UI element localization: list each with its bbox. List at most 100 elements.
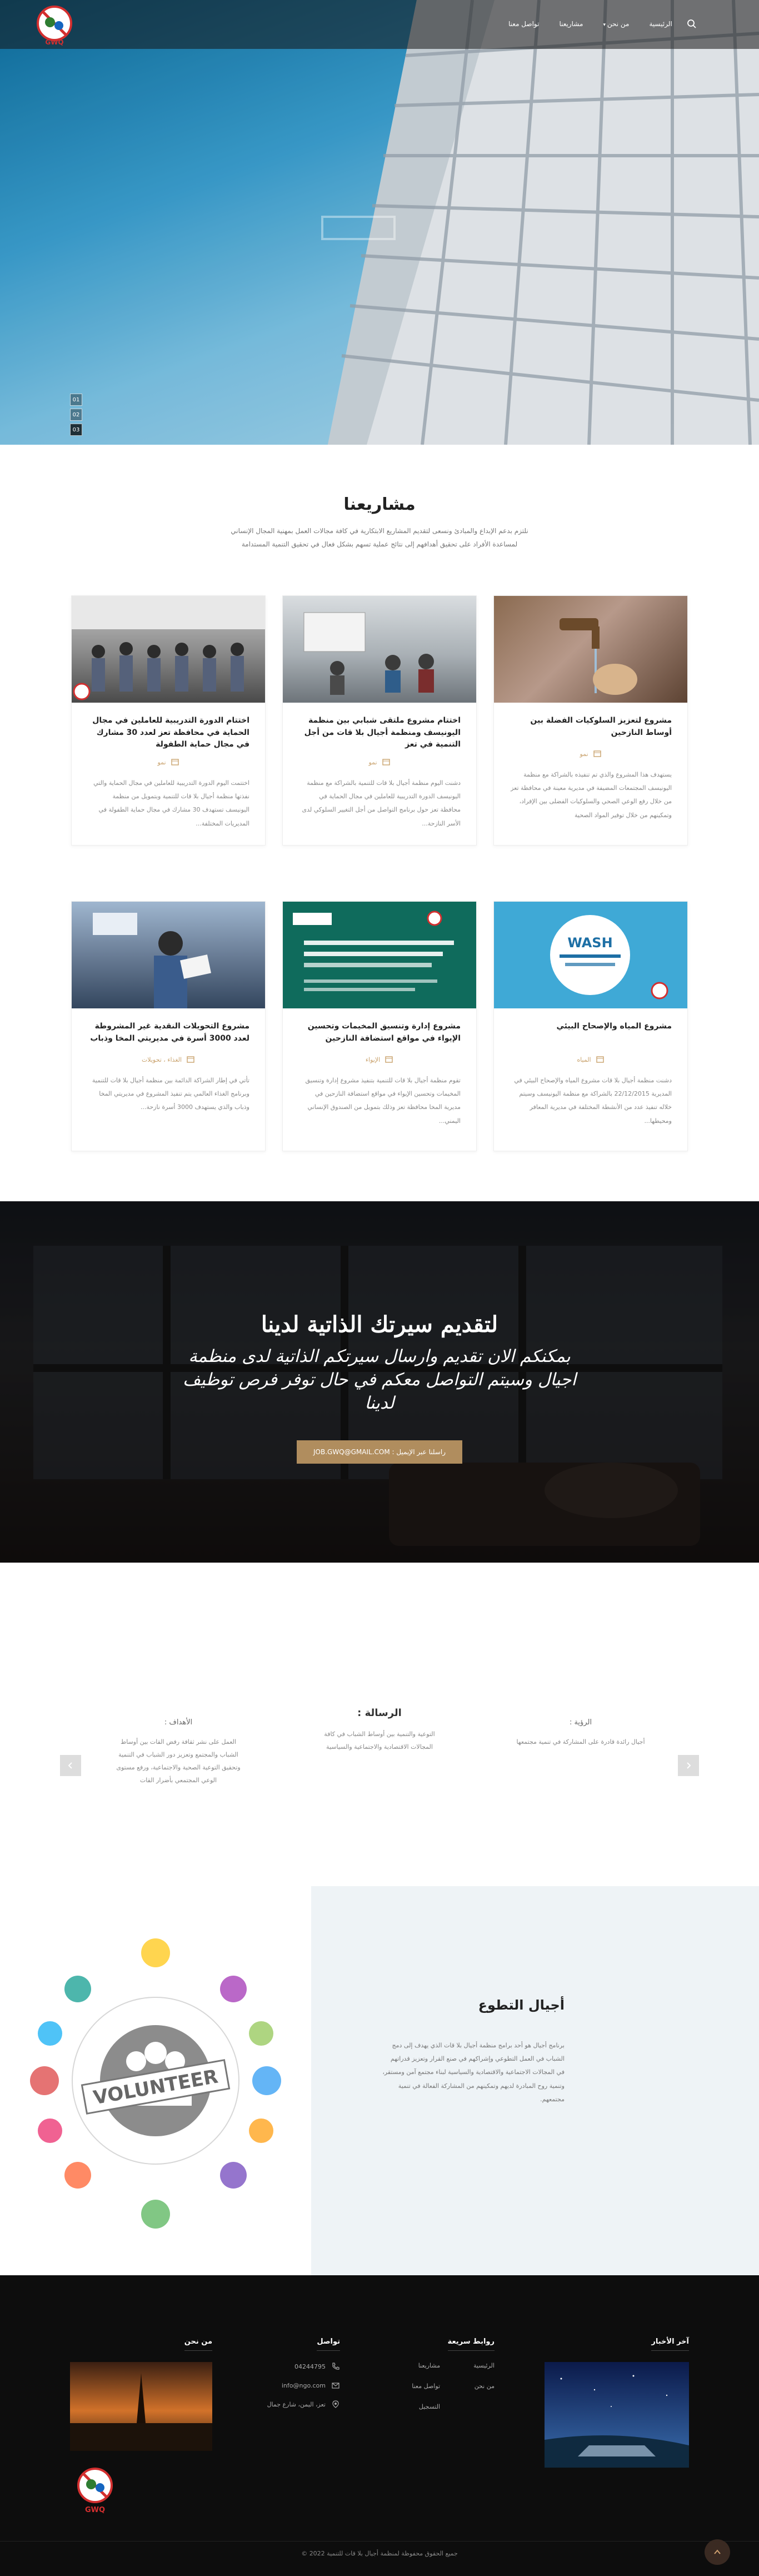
folder-icon bbox=[382, 759, 390, 765]
volunteer-text: برنامج أجيال هو أحد برامج منظمة أجيال بل… bbox=[382, 2042, 565, 2103]
folder-icon bbox=[187, 1056, 194, 1063]
vision-title: الرؤية : bbox=[569, 1718, 592, 1727]
footer-link[interactable]: مشاريعنا bbox=[412, 2362, 440, 2369]
yhf-poster-illustration bbox=[293, 911, 454, 991]
project-category-label[interactable]: المياه bbox=[577, 1056, 591, 1063]
project-image[interactable] bbox=[283, 596, 476, 703]
project-card[interactable]: مشروع إدارة وتنسيق المخيمات وتحسين الإيو… bbox=[282, 901, 477, 1151]
about-thumbnail[interactable] bbox=[70, 2362, 212, 2451]
project-title[interactable]: مشروع لتعزيز السلوكيات الفضلة بين أوساط … bbox=[510, 715, 672, 743]
project-excerpt: اختتمت اليوم الدورة التدريبية للعاملين ف… bbox=[93, 779, 249, 827]
footer-about: من نحن bbox=[70, 2335, 212, 2453]
watermark-icon bbox=[321, 216, 396, 240]
project-category: المياه bbox=[510, 1055, 672, 1064]
footer-email-text[interactable]: info@ngo.com bbox=[282, 2382, 326, 2389]
footer-email[interactable]: info@ngo.com bbox=[229, 2381, 340, 2390]
volunteer-content: أجيال التطوع برنامج أجيال هو أحد برامج م… bbox=[311, 1886, 759, 2275]
project-card[interactable]: اختتام الدورة التدريبية للعاملين في مجال… bbox=[71, 595, 266, 846]
project-image[interactable] bbox=[494, 596, 687, 703]
nav-item-contact[interactable]: تواصل معنا bbox=[508, 20, 539, 28]
cash-transfer-illustration bbox=[93, 913, 211, 1008]
chevron-left-icon bbox=[68, 1762, 72, 1769]
main-navbar: GWQ الرئيسية من نحن مشاريعنا تواصل معنا bbox=[0, 0, 759, 49]
footer-contact-title: تواصل bbox=[317, 2338, 340, 2351]
vision-text: أجيال رائدة قادرة على المشاركة في تنمية … bbox=[516, 1738, 645, 1745]
mission-text: التوعية والتنمية بين أوساط الشباب في كاف… bbox=[324, 1730, 435, 1751]
project-image[interactable] bbox=[72, 596, 265, 703]
search-icon[interactable] bbox=[687, 19, 697, 29]
project-image[interactable] bbox=[72, 902, 265, 1008]
project-title[interactable]: مشروع التحويلات النقدية غير المشروطة لعد… bbox=[87, 1021, 249, 1048]
project-title[interactable]: اختتام مشروع ملتقى شبابي بين منظمة اليون… bbox=[298, 715, 461, 751]
project-title[interactable]: اختتام الدورة التدريبية للعاملين في مجال… bbox=[87, 715, 249, 751]
footer-contact: تواصل 04244795 info@ngo.com تعز، اليمن، … bbox=[229, 2335, 340, 2419]
vmg-carousel: الرؤية : أجيال رائدة قادرة على المشاركة … bbox=[78, 1707, 681, 1787]
nav-item-about[interactable]: من نحن bbox=[603, 20, 630, 28]
project-category: نمو bbox=[87, 758, 249, 767]
email-cv-button[interactable]: راسلنا عبر الإيميل : JOB.GWQ@GMAIL.COM bbox=[296, 1440, 463, 1464]
slider-dot[interactable]: 02 bbox=[70, 409, 82, 421]
footer-divider bbox=[0, 2541, 759, 2542]
latest-news-thumbnail[interactable] bbox=[545, 2362, 689, 2468]
projects-section: مشاريعنا نلتزم بدعم الإبداع والمبادئ ونس… bbox=[0, 445, 759, 1201]
folder-icon bbox=[171, 759, 179, 765]
slider-dot-active[interactable]: 03 bbox=[70, 424, 82, 436]
volunteer-section: VOLUNTEER أجيال التطوع برنامج أجيال هو أ… bbox=[0, 1886, 759, 2275]
project-category-label[interactable]: الإيواء bbox=[366, 1056, 380, 1063]
project-excerpt: دشنت منظمة أجيال بلا قات مشروع المياه وا… bbox=[514, 1077, 672, 1125]
project-excerpt: يستهدف هذا المشروع والذي تم تنفيذه بالشر… bbox=[511, 771, 672, 819]
svg-text:WASH: WASH bbox=[567, 935, 612, 951]
cv-banner: لتقديم سيرتك الذاتية لدينا بمكنكم الان ت… bbox=[0, 1201, 759, 1563]
projects-subtitle: نلتزم بدعم الإبداع والمبادئ ونسعى لتقديم… bbox=[231, 527, 528, 548]
slider-dot[interactable]: 01 bbox=[70, 394, 82, 406]
project-category-label[interactable]: نمو bbox=[368, 759, 377, 766]
nav-item-projects[interactable]: مشاريعنا bbox=[559, 20, 583, 28]
footer-phone-text[interactable]: 04244795 bbox=[294, 2363, 326, 2370]
footer-logo[interactable]: GWQ bbox=[70, 2464, 120, 2514]
footer-latest-news: آخر الأخبار bbox=[545, 2335, 689, 2470]
project-card[interactable]: اختتام مشروع ملتقى شبابي بين منظمة اليون… bbox=[282, 595, 477, 846]
projects-title: مشاريعنا bbox=[343, 495, 416, 514]
mission-block: الرسالة : التوعية والتنمية بين أوساط الش… bbox=[279, 1707, 480, 1787]
volunteer-circle-illustration: VOLUNTEER bbox=[30, 1938, 281, 2229]
footer-link[interactable]: الرئيسية bbox=[473, 2362, 495, 2369]
project-image[interactable] bbox=[283, 902, 476, 1008]
footer-address: تعز، اليمن، شارع جمال bbox=[229, 2400, 340, 2409]
project-category-label[interactable]: نمو bbox=[580, 750, 588, 758]
project-excerpt: دشنت اليوم منظمة أجيال بلا قات للتنمية ب… bbox=[302, 779, 461, 827]
project-category: نمو bbox=[510, 749, 672, 758]
hero-slider: 01 02 03 GWQ الرئيسية من نحن مشاريعنا تو… bbox=[0, 0, 759, 445]
footer-link[interactable]: من نحن bbox=[473, 2383, 495, 2390]
folder-icon bbox=[385, 1056, 393, 1063]
project-card[interactable]: WASH مشروع المياه والإصحاح البيئي المياه… bbox=[493, 901, 688, 1151]
footer-about-title: من نحن bbox=[184, 2338, 212, 2351]
project-image[interactable]: WASH bbox=[494, 902, 687, 1008]
project-category-label[interactable]: الغذاء ، تحويلات bbox=[142, 1056, 182, 1063]
nav-item-home[interactable]: الرئيسية bbox=[649, 20, 672, 28]
cv-content: لتقديم سيرتك الذاتية لدينا بمكنكم الان ت… bbox=[0, 1311, 759, 1464]
volunteer-image: VOLUNTEER bbox=[0, 1886, 311, 2275]
footer-link[interactable]: تواصل معنا bbox=[412, 2383, 440, 2390]
project-card[interactable]: مشروع لتعزيز السلوكيات الفضلة بين أوساط … bbox=[493, 595, 688, 846]
cv-title: لتقديم سيرتك الذاتية لدينا bbox=[261, 1311, 498, 1337]
footer-links-title: روابط سريعة bbox=[447, 2338, 495, 2351]
water-tap-illustration bbox=[560, 618, 637, 695]
goals-text: العمل على نشر ثقافة رفض القات بين أوساط … bbox=[116, 1738, 241, 1784]
site-footer: آخر الأخبار روابط سريعة الرئيسية من نحن … bbox=[0, 2275, 759, 2576]
back-to-top-button[interactable] bbox=[705, 2539, 730, 2565]
footer-link[interactable]: التسجيل bbox=[412, 2403, 440, 2410]
project-category: الغذاء ، تحويلات bbox=[87, 1055, 249, 1064]
folder-icon bbox=[593, 750, 601, 757]
site-logo[interactable]: GWQ bbox=[28, 3, 81, 46]
footer-phone[interactable]: 04244795 bbox=[229, 2362, 340, 2371]
project-card[interactable]: مشروع التحويلات النقدية غير المشروطة لعد… bbox=[71, 901, 266, 1151]
group-photo-illustration bbox=[72, 596, 265, 700]
project-excerpt: تأتي في إطار الشراكة الدائمة بين منظمة أ… bbox=[92, 1077, 249, 1111]
project-title[interactable]: مشروع المياه والإصحاح البيئي bbox=[510, 1021, 672, 1048]
footer-latest-title: آخر الأخبار bbox=[651, 2338, 689, 2351]
phone-icon bbox=[332, 2363, 339, 2370]
project-title[interactable]: مشروع إدارة وتنسيق المخيمات وتحسين الإيو… bbox=[298, 1021, 461, 1048]
hero-logo-watermark bbox=[311, 206, 406, 250]
meeting-illustration bbox=[303, 612, 434, 695]
project-category-label[interactable]: نمو bbox=[157, 759, 166, 766]
